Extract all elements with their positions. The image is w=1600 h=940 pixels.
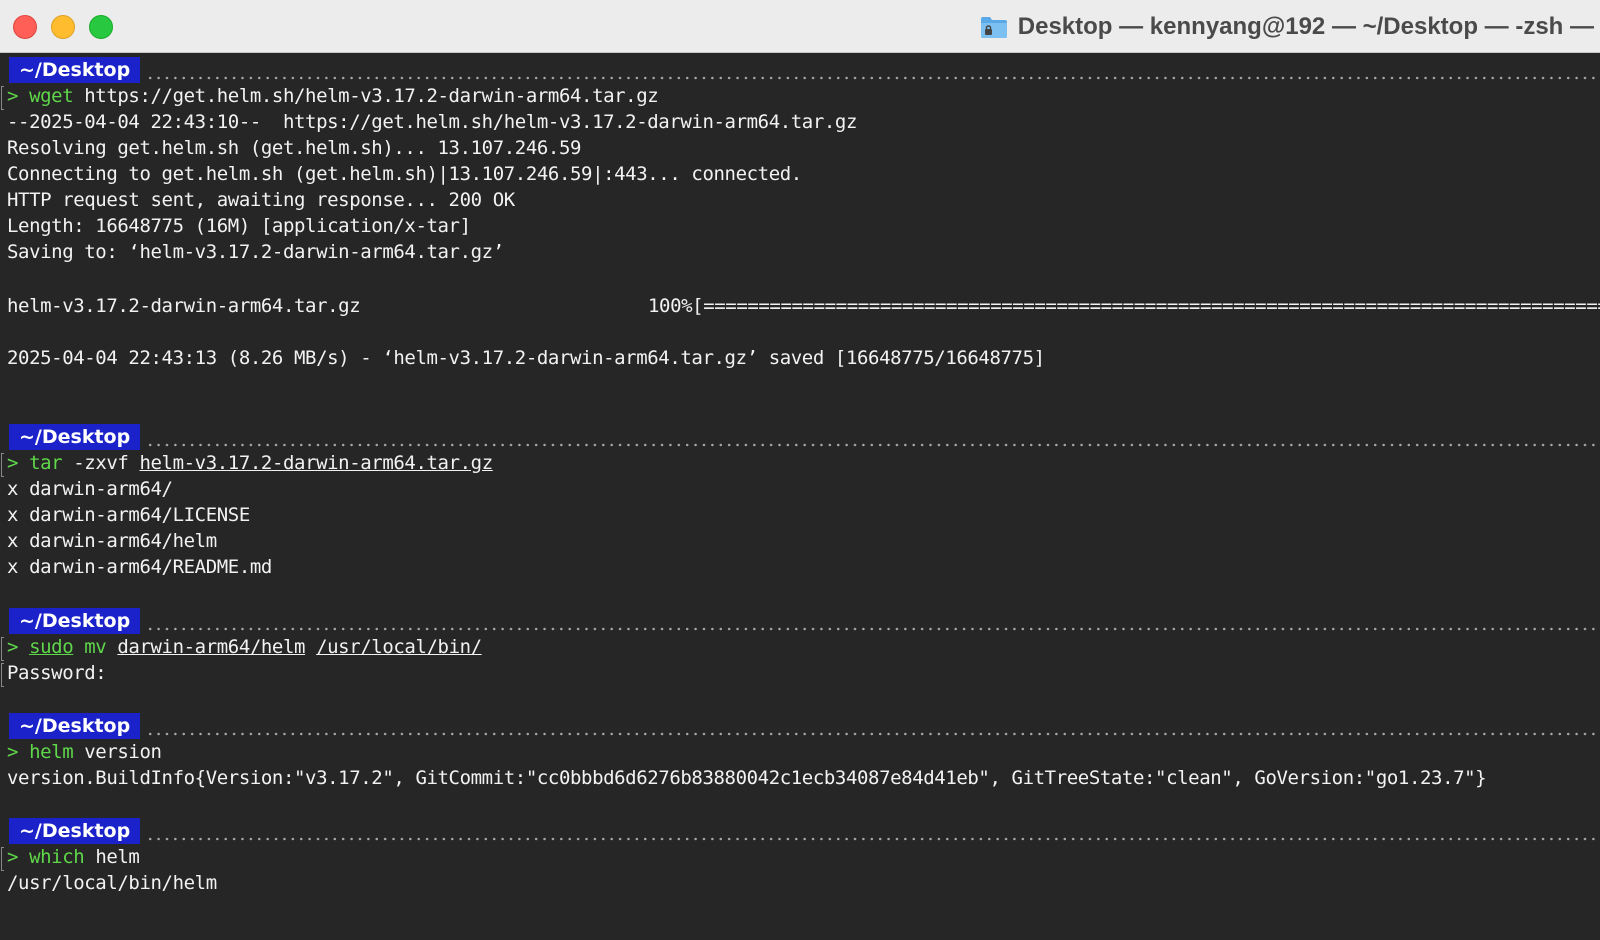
- line-bracket: [1, 663, 4, 687]
- command-args: https://get.helm.sh/helm-v3.17.2-darwin-…: [73, 85, 659, 107]
- command-line: > tar -zxvf helm-v3.17.2-darwin-arm64.ta…: [7, 450, 493, 476]
- progress-bar: ========================================…: [703, 295, 1600, 317]
- terminal-content[interactable]: ~/Desktop > wget https://get.helm.sh/hel…: [0, 57, 1600, 940]
- command-line: > which helm: [7, 844, 140, 870]
- output-line: x darwin-arm64/helm: [7, 530, 217, 552]
- prompt-header: ~/Desktop: [9, 57, 1600, 83]
- line-bracket: [1, 847, 4, 871]
- command-line: > wget https://get.helm.sh/helm-v3.17.2-…: [7, 83, 659, 109]
- progress-percent: 100%[===================================…: [648, 293, 1600, 319]
- command-name: mv: [73, 636, 118, 658]
- command-space: [305, 636, 316, 658]
- prompt-caret: >: [7, 846, 30, 868]
- minimize-button[interactable]: [51, 15, 75, 39]
- prompt-path-badge: ~/Desktop: [9, 57, 141, 83]
- output-line: x darwin-arm64/README.md: [7, 556, 272, 578]
- command-name: helm: [29, 741, 74, 763]
- output-line: version.BuildInfo{Version:"v3.17.2", Git…: [7, 767, 1487, 789]
- line-bracket: [1, 86, 4, 110]
- output-line: HTTP request sent, awaiting response... …: [7, 189, 515, 211]
- output-line: Resolving get.helm.sh (get.helm.sh)... 1…: [7, 137, 582, 159]
- prompt-caret: >: [7, 741, 30, 763]
- output-line: 2025-04-04 22:43:13 (8.26 MB/s) - ‘helm-…: [7, 347, 1045, 369]
- prompt-header: ~/Desktop: [9, 713, 1600, 739]
- command-line: > helm version: [7, 739, 162, 765]
- command-name: tar: [29, 452, 63, 474]
- output-line: /usr/local/bin/helm: [7, 872, 217, 894]
- window-title-text: Desktop — kennyang@192 — ~/Desktop — -zs…: [1017, 12, 1594, 40]
- prompt-path-badge: ~/Desktop: [9, 713, 141, 739]
- output-line: Connecting to get.helm.sh (get.helm.sh)|…: [7, 163, 802, 185]
- close-button[interactable]: [13, 15, 37, 39]
- terminal-window: Desktop — kennyang@192 — ~/Desktop — -zs…: [0, 0, 1600, 940]
- prompt-path-badge: ~/Desktop: [9, 424, 141, 450]
- command-file-arg: helm-v3.17.2-darwin-arm64.tar.gz: [139, 452, 493, 474]
- command-src-arg: darwin-arm64/helm: [117, 636, 306, 658]
- output-line: Saving to: ‘helm-v3.17.2-darwin-arm64.ta…: [7, 241, 504, 263]
- prompt-header: ~/Desktop: [9, 818, 1600, 844]
- command-args: helm: [84, 846, 140, 868]
- prompt-separator: [146, 608, 1600, 634]
- command-name: which: [29, 846, 85, 868]
- prompt-separator: [146, 424, 1600, 450]
- output-line: x darwin-arm64/LICENSE: [7, 504, 250, 526]
- prompt-header: ~/Desktop: [9, 424, 1600, 450]
- prompt-path-badge: ~/Desktop: [9, 818, 141, 844]
- line-bracket: [1, 637, 4, 661]
- prompt-caret: >: [7, 636, 30, 658]
- output-line: Length: 16648775 (16M) [application/x-ta…: [7, 215, 471, 237]
- prompt-separator: [146, 713, 1600, 739]
- output-line: x darwin-arm64/: [7, 478, 173, 500]
- command-dst-arg: /usr/local/bin/: [316, 636, 482, 658]
- command-args: version: [73, 741, 162, 763]
- prompt-caret: >: [7, 85, 30, 107]
- window-title: Desktop — kennyang@192 — ~/Desktop — -zs…: [980, 0, 1594, 53]
- zoom-button[interactable]: [89, 15, 113, 39]
- folder-icon: [980, 15, 1008, 39]
- prompt-caret: >: [7, 452, 30, 474]
- prompt-header: ~/Desktop: [9, 608, 1600, 634]
- prompt-separator: [146, 818, 1600, 844]
- command-name: wget: [29, 85, 74, 107]
- output-line: Password:: [7, 662, 107, 684]
- title-bar[interactable]: Desktop — kennyang@192 — ~/Desktop — -zs…: [0, 0, 1600, 53]
- line-bracket: [1, 453, 4, 477]
- prompt-separator: [146, 57, 1600, 83]
- progress-filename: helm-v3.17.2-darwin-arm64.tar.gz: [7, 295, 361, 317]
- command-flag: -zxvf: [62, 452, 140, 474]
- prompt-path-badge: ~/Desktop: [9, 608, 141, 634]
- command-sudo: sudo: [29, 636, 74, 658]
- command-line: > sudo mv darwin-arm64/helm /usr/local/b…: [7, 634, 482, 660]
- progress-percent-text: 100%[: [648, 295, 704, 317]
- output-line: --2025-04-04 22:43:10-- https://get.helm…: [7, 111, 858, 133]
